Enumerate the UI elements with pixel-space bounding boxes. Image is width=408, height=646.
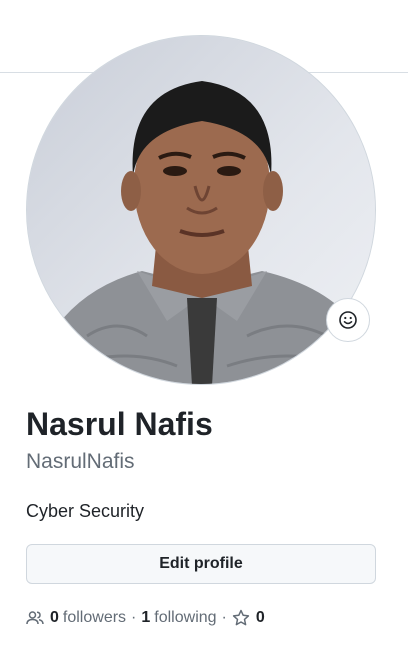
following-label: following (154, 609, 217, 626)
profile-username: NasrulNafis (26, 450, 135, 473)
people-icon (26, 611, 44, 625)
profile-bio: Cyber Security (26, 501, 145, 521)
star-icon (232, 609, 250, 626)
follow-stats: 0 followers · 1 following · 0 (26, 606, 269, 630)
separator: · (221, 609, 227, 626)
followers-link[interactable]: 0 followers (26, 609, 126, 627)
avatar[interactable] (26, 35, 376, 385)
profile-name: Nasrul Nafis (26, 406, 213, 442)
edit-profile-button[interactable]: Edit profile (26, 544, 376, 584)
set-status-button[interactable] (326, 298, 370, 342)
separator: · (131, 609, 137, 626)
avatar-container (26, 35, 376, 385)
smiley-icon (339, 311, 357, 329)
followers-label: followers (62, 609, 127, 626)
stars-count: 0 (255, 609, 265, 626)
following-link[interactable]: 1 following (141, 609, 216, 627)
stars-link[interactable]: 0 (232, 609, 269, 627)
followers-count: 0 (50, 609, 59, 626)
following-count: 1 (141, 609, 151, 626)
